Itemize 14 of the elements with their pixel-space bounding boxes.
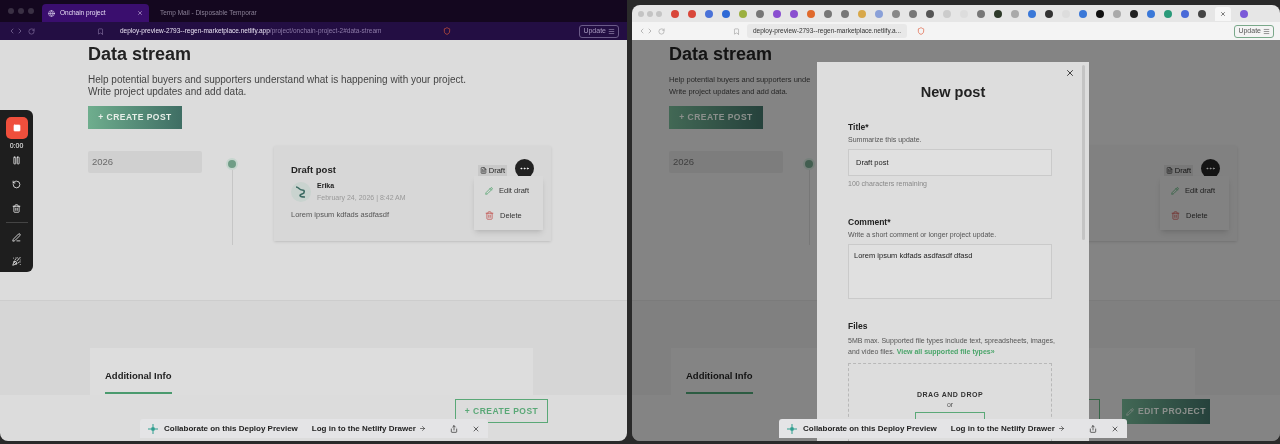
page-heading: Data stream (88, 43, 193, 65)
field-label: Comment* (848, 215, 892, 229)
page-heading: Data stream (669, 43, 774, 65)
netlify-login-link[interactable]: Log in to the Netlify Drawer (311, 422, 426, 435)
modal-title: New post (919, 83, 987, 101)
files-label: Files (848, 320, 869, 333)
additional-info-tab[interactable]: Additional Info (686, 369, 753, 395)
description-text: Write project updates and add data. (88, 86, 247, 98)
collaborate-text: Collaborate on this Deploy Preview (164, 422, 298, 435)
description-text: Help potential buyers and supporters understand what is happening with your project. (88, 74, 466, 86)
year-field[interactable]: 2026 (88, 151, 202, 173)
additional-info-tab[interactable]: Additional Info (105, 369, 172, 395)
field-label: Title* (848, 121, 870, 134)
post-title: Draft post (291, 163, 336, 178)
